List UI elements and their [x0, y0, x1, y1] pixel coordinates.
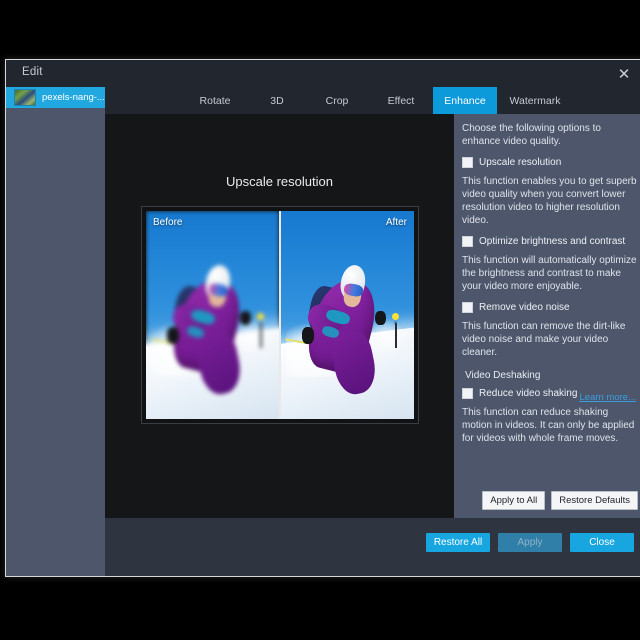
screen: Edit ✕ Rotate 3D Crop Effect Enhance Wat… [0, 0, 640, 640]
window-title: Edit [22, 66, 43, 78]
tab-effect[interactable]: Effect [369, 87, 433, 114]
enhance-options-panel: Choose the following options to enhance … [454, 114, 640, 518]
apply-to-all-button[interactable]: Apply to All [482, 491, 546, 510]
skier-scene-after [281, 211, 414, 419]
checkbox-icon[interactable] [462, 302, 473, 313]
option-label: Remove video noise [479, 302, 570, 313]
footer-buttons: Restore All Apply Close [426, 533, 634, 552]
window-title-bar: Edit ✕ [6, 60, 640, 87]
option-description: This function will automatically optimiz… [462, 255, 637, 292]
restore-all-button[interactable]: Restore All [426, 533, 490, 552]
option-remove-video-noise[interactable]: Remove video noise [462, 302, 638, 313]
close-button[interactable]: Close [570, 533, 634, 552]
option-optimize-brightness-contrast[interactable]: Optimize brightness and contrast [462, 236, 638, 247]
option-upscale-resolution[interactable]: Upscale resolution [462, 157, 638, 168]
option-label: Upscale resolution [479, 157, 562, 168]
tab-enhance[interactable]: Enhance [433, 87, 497, 114]
apply-button[interactable]: Apply [498, 533, 562, 552]
tab-3d[interactable]: 3D [249, 87, 305, 114]
after-label: After [385, 217, 407, 228]
option-description: This function can reduce shaking motion … [462, 407, 635, 444]
before-image: Before [146, 211, 281, 419]
before-label: Before [153, 217, 183, 228]
panel-action-buttons: Apply to All Restore Defaults [482, 491, 638, 510]
close-icon[interactable]: ✕ [612, 63, 636, 85]
panel-intro: Choose the following options to enhance … [462, 123, 601, 147]
footer-bar: Restore All Apply Close [105, 518, 640, 576]
option-description: This function can remove the dirt-like v… [462, 321, 626, 358]
tab-crop[interactable]: Crop [305, 87, 369, 114]
video-thumbnail-icon [14, 89, 36, 106]
option-description: This function enables you to get superb … [462, 176, 637, 226]
after-image: After [281, 211, 414, 419]
checkbox-icon[interactable] [462, 157, 473, 168]
checkbox-icon[interactable] [462, 236, 473, 247]
section-title-video-deshaking: Video Deshaking [465, 370, 541, 381]
edit-window: Edit ✕ Rotate 3D Crop Effect Enhance Wat… [6, 60, 640, 576]
skier-scene-before [146, 211, 279, 419]
sidebar-item-video[interactable]: pexels-nang-... [6, 87, 105, 108]
sidebar-item-label: pexels-nang-... [42, 92, 105, 103]
option-label: Optimize brightness and contrast [479, 236, 626, 247]
checkbox-icon[interactable] [462, 388, 473, 399]
tab-watermark[interactable]: Watermark [497, 87, 573, 114]
learn-more-link[interactable]: Learn more... [580, 392, 637, 403]
before-after-frame: Before After [141, 206, 419, 424]
preview-title: Upscale resolution [226, 174, 333, 189]
preview-canvas: Upscale resolution Before After [105, 114, 454, 518]
tab-rotate[interactable]: Rotate [181, 87, 249, 114]
restore-defaults-button[interactable]: Restore Defaults [551, 491, 638, 510]
file-list-sidebar: pexels-nang-... [6, 87, 105, 576]
option-label: Reduce video shaking [479, 388, 578, 399]
